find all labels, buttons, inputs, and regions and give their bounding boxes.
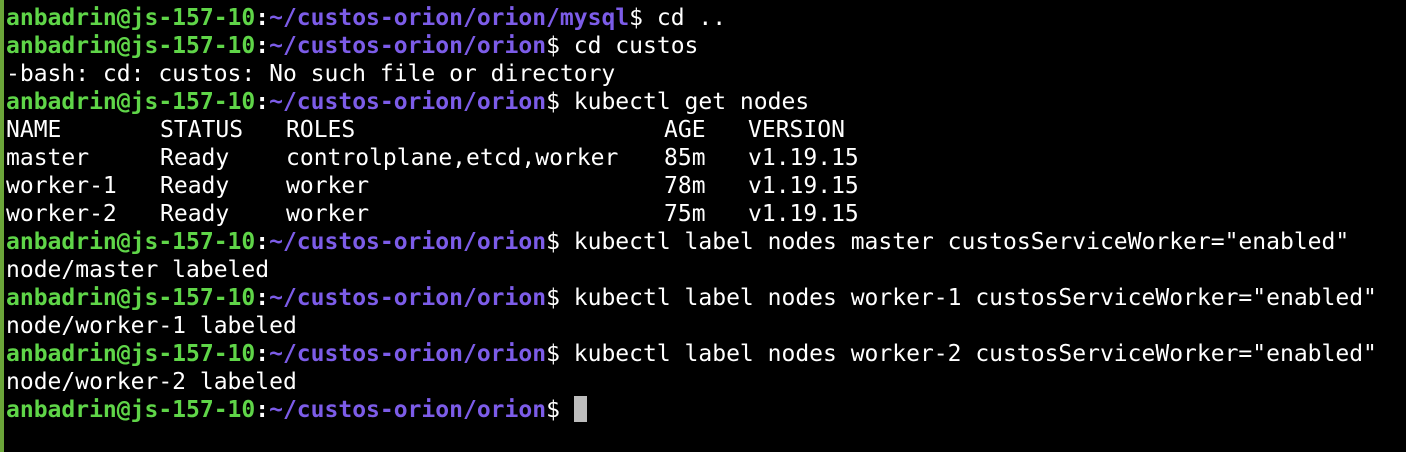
prompt-path: ~/custos-orion/orion [269,229,547,255]
prompt-symbol: $ [546,89,560,115]
output-text: -bash: cd: custos: No such file or direc… [6,61,616,87]
prompt-line: anbadrin@js-157-10:~/custos-orion/orion$… [6,32,1406,60]
command-text: cd .. [643,5,727,31]
prompt-user: anbadrin@js-157-10 [6,229,256,255]
table-cell: ROLES [286,117,356,143]
table-cell: v1.19.15 [748,201,859,227]
output-line: node/worker-1 labeled [6,312,1406,340]
table-row: worker-2 Ready worker 75m v1.19.15 [6,200,1406,228]
command-text: kubectl get nodes [559,89,810,115]
table-cell: 85m [664,145,706,171]
prompt-colon: : [255,33,270,59]
table-cell: worker-2 [6,201,117,227]
prompt-path: ~/custos-orion/orion [269,285,547,311]
table-row: worker-1 Ready worker 78m v1.19.15 [6,172,1406,200]
output-line: node/master labeled [6,256,1406,284]
prompt-line: anbadrin@js-157-10:~/custos-orion/orion$… [6,228,1406,256]
table-cell: worker [286,201,370,227]
table-row: master Ready controlplane,etcd,worker 85m v1… [6,144,1406,172]
table-cell: Ready [160,201,230,227]
prompt-path: ~/custos-orion/orion [269,341,547,367]
prompt-line: anbadrin@js-157-10:~/custos-orion/orion$ [6,395,1406,424]
table-cell: v1.19.15 [748,145,859,171]
prompt-line: anbadrin@js-157-10:~/custos-orion/orion$… [6,284,1406,312]
prompt-path: ~/custos-orion/orion/mysql [269,5,630,31]
table-header-row: NAME STATUS ROLES AGE VERSION [6,116,1406,144]
table-cell: 75m [664,201,706,227]
table-cell: worker-1 [6,173,117,199]
command-text: cd custos [559,33,699,59]
prompt-symbol: $ [546,33,560,59]
prompt-user: anbadrin@js-157-10 [6,5,256,31]
prompt-colon: : [255,5,270,31]
table-cell: v1.19.15 [748,173,859,199]
table-cell: Ready [160,173,230,199]
prompt-colon: : [255,285,270,311]
command-text [560,397,574,423]
output-line: -bash: cd: custos: No such file or direc… [6,60,1406,88]
command-text: kubectl label nodes worker-2 custosServi… [559,341,1377,367]
command-text: kubectl label nodes master custosService… [559,229,1350,255]
prompt-symbol: $ [546,397,560,423]
text-cursor[interactable] [573,395,587,422]
table-cell: master [6,145,90,171]
prompt-symbol: $ [546,229,560,255]
table-cell: worker [286,173,370,199]
terminal-window[interactable]: anbadrin@js-157-10:~/custos-orion/orion/… [0,0,1406,452]
table-cell: Ready [160,145,230,171]
prompt-path: ~/custos-orion/orion [269,89,547,115]
prompt-colon: : [255,341,270,367]
prompt-path: ~/custos-orion/orion [269,397,547,423]
prompt-symbol: $ [629,5,643,31]
prompt-user: anbadrin@js-157-10 [6,89,256,115]
command-text: kubectl label nodes worker-1 custosServi… [559,285,1377,311]
prompt-symbol: $ [546,341,560,367]
prompt-colon: : [255,397,270,423]
table-cell: AGE [664,117,706,143]
table-cell: VERSION [748,117,845,143]
table-cell: STATUS [160,117,244,143]
prompt-line: anbadrin@js-157-10:~/custos-orion/orion$… [6,88,1406,116]
prompt-user: anbadrin@js-157-10 [6,341,256,367]
table-cell: NAME [6,117,62,143]
prompt-user: anbadrin@js-157-10 [6,285,256,311]
output-text: node/worker-1 labeled [6,313,297,339]
table-cell: 78m [664,173,706,199]
output-text: node/worker-2 labeled [6,369,297,395]
prompt-line: anbadrin@js-157-10:~/custos-orion/orion$… [6,340,1406,368]
output-text: node/master labeled [6,257,270,283]
prompt-user: anbadrin@js-157-10 [6,33,256,59]
output-line: node/worker-2 labeled [6,368,1406,396]
prompt-colon: : [255,89,270,115]
prompt-path: ~/custos-orion/orion [269,33,547,59]
prompt-user: anbadrin@js-157-10 [6,397,256,423]
prompt-symbol: $ [546,285,560,311]
prompt-line: anbadrin@js-157-10:~/custos-orion/orion/… [6,4,1406,32]
table-cell: controlplane,etcd,worker [286,145,619,171]
prompt-colon: : [255,229,270,255]
